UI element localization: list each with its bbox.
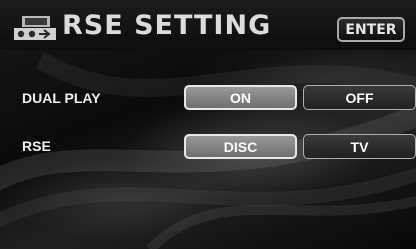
dual-play-off-button[interactable]: OFF <box>303 85 416 110</box>
rse-disc-button[interactable]: DISC <box>184 134 297 159</box>
page-title: RSE SETTING <box>62 10 272 41</box>
dual-play-label: DUAL PLAY <box>22 90 101 106</box>
header-bar: RSE SETTING ENTER <box>0 0 416 50</box>
rse-player-icon <box>14 16 56 40</box>
rse-tv-button[interactable]: TV <box>303 134 416 159</box>
enter-button[interactable]: ENTER <box>337 17 405 42</box>
dual-play-on-button[interactable]: ON <box>184 85 297 110</box>
rse-setting-screen: RSE SETTING ENTER DUAL PLAY ON OFF RSE D… <box>0 0 416 249</box>
rse-label: RSE <box>22 138 51 154</box>
